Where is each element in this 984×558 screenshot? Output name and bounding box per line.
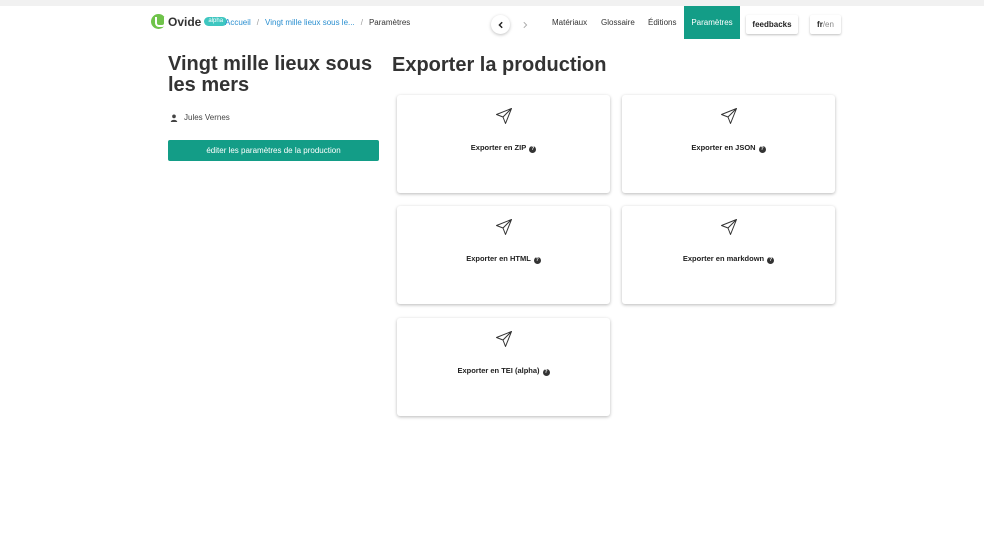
breadcrumb-current: Paramètres [368, 18, 411, 27]
send-icon [721, 219, 737, 235]
export-json-label: Exporter en JSON [691, 143, 756, 152]
export-markdown-label: Exporter en markdown [682, 254, 765, 263]
feedbacks-button[interactable]: feedbacks [746, 15, 798, 34]
logo[interactable]: Ovide alpha [151, 14, 228, 29]
menu-item-glossaire[interactable]: Glossaire [601, 18, 635, 27]
ovide-logo-icon [151, 14, 166, 29]
send-icon [496, 108, 512, 124]
question-circle-icon[interactable]: ? [533, 257, 541, 264]
export-zip-card[interactable]: Exporter en ZIP? [397, 95, 610, 193]
export-html-label: Exporter en HTML [466, 254, 531, 263]
logo-text: Ovide [168, 14, 202, 29]
question-circle-icon[interactable]: ? [542, 369, 550, 376]
breadcrumb: Accueil / Vingt mille lieux sous le... /… [225, 18, 410, 27]
send-icon [496, 331, 512, 347]
menu-item-parametres[interactable]: Paramètres [684, 6, 740, 39]
question-circle-icon[interactable]: ? [758, 146, 766, 153]
breadcrumb-separator: / [360, 18, 363, 27]
export-json-card[interactable]: Exporter en JSON? [622, 95, 835, 193]
author-line: Jules Vernes [170, 113, 230, 122]
breadcrumb-home[interactable]: Accueil [225, 18, 251, 27]
breadcrumb-production[interactable]: Vingt mille lieux sous le... [265, 18, 355, 27]
language-switch[interactable]: fr / en [810, 15, 841, 34]
breadcrumb-separator: / [256, 18, 260, 27]
menu-item-editions[interactable]: Éditions [648, 18, 676, 27]
production-title: Vingt mille lieux sous les mers [168, 53, 373, 96]
export-tei-label: Exporter en TEI (alpha) [457, 366, 540, 375]
export-zip-label: Exporter en ZIP [470, 143, 527, 152]
question-circle-icon[interactable]: ? [529, 146, 537, 153]
edit-production-settings-button[interactable]: éditer les paramètres de la production [168, 140, 379, 161]
author-name: Jules Vernes [184, 113, 230, 122]
export-card-label: Exporter en JSON? [622, 143, 835, 153]
send-icon [721, 108, 737, 124]
export-markdown-card[interactable]: Exporter en markdown? [622, 206, 835, 304]
export-card-label: Exporter en TEI (alpha)? [397, 366, 610, 376]
question-circle-icon[interactable]: ? [767, 257, 775, 264]
export-card-label: Exporter en HTML? [397, 254, 610, 264]
user-icon [170, 114, 178, 122]
export-html-card[interactable]: Exporter en HTML? [397, 206, 610, 304]
history-back-button[interactable] [491, 15, 510, 34]
language-other[interactable]: en [825, 20, 834, 29]
send-icon [496, 219, 512, 235]
history-forward-button[interactable] [515, 15, 534, 34]
export-card-label: Exporter en ZIP? [397, 143, 610, 153]
alpha-badge: alpha [204, 17, 228, 26]
export-tei-card[interactable]: Exporter en TEI (alpha)? [397, 318, 610, 416]
top-navbar: Ovide alpha Accueil / Vingt mille lieux … [0, 6, 984, 40]
chevron-right-icon [522, 21, 527, 28]
export-heading: Exporter la production [392, 54, 607, 76]
chevron-left-icon [497, 21, 503, 28]
export-card-label: Exporter en markdown? [622, 254, 835, 264]
menu-item-materiaux[interactable]: Matériaux [552, 18, 587, 27]
